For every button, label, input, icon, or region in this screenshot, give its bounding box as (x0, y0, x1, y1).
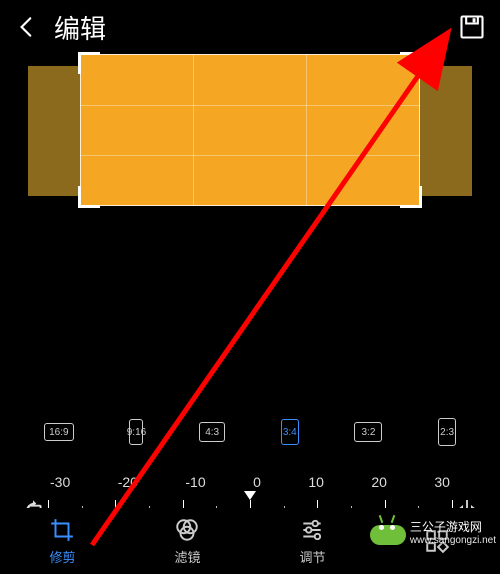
tab-crop[interactable]: 修剪 (49, 517, 75, 566)
angle-tick-label: 0 (253, 474, 261, 490)
image-bright (80, 54, 420, 206)
save-icon[interactable] (458, 13, 486, 41)
ratio-16-9[interactable]: 16:9 (44, 423, 74, 443)
image-dim-right (420, 66, 472, 196)
adjust-icon (299, 517, 325, 543)
watermark-url: www.sangongzi.net (410, 535, 496, 546)
header: 编辑 (0, 0, 500, 54)
angle-tick-label: 30 (434, 474, 450, 490)
back-icon[interactable] (14, 14, 40, 40)
editor-screen: 编辑 16:9 9:16 4:3 3:4 3:2 2:3 (0, 0, 500, 574)
angle-tick-label: -20 (118, 474, 138, 490)
tab-label: 滤镜 (174, 547, 200, 566)
angle-tick-label: -10 (185, 474, 205, 490)
watermark-badge-icon (370, 519, 406, 545)
watermark: 三公子游戏网 www.sangongzi.net (370, 518, 496, 546)
page-title: 编辑 (54, 9, 106, 46)
tab-adjust[interactable]: 调节 (299, 517, 325, 566)
tab-filter[interactable]: 滤镜 (174, 517, 200, 566)
ratio-2-3[interactable]: 2:3 (438, 418, 456, 448)
ratio-3-2[interactable]: 3:2 (354, 422, 382, 444)
ratio-4-3[interactable]: 4:3 (199, 422, 225, 444)
crop-preview[interactable] (0, 54, 500, 224)
watermark-text: 三公子游戏网 (410, 518, 496, 535)
angle-pointer (244, 491, 256, 500)
filter-icon (174, 517, 200, 543)
ratio-3-4[interactable]: 3:4 (281, 419, 299, 447)
angle-tick-label: -30 (50, 474, 70, 490)
angle-tick-label: 10 (308, 474, 324, 490)
image-dim-left (28, 66, 80, 196)
tab-label: 修剪 (49, 547, 75, 566)
angle-tick-label: 20 (371, 474, 387, 490)
aspect-ratio-bar: 16:9 9:16 4:3 3:4 3:2 2:3 (0, 408, 500, 458)
tab-label: 调节 (299, 547, 325, 566)
ratio-9-16[interactable]: 9:16 (129, 419, 143, 447)
crop-icon (49, 517, 75, 543)
